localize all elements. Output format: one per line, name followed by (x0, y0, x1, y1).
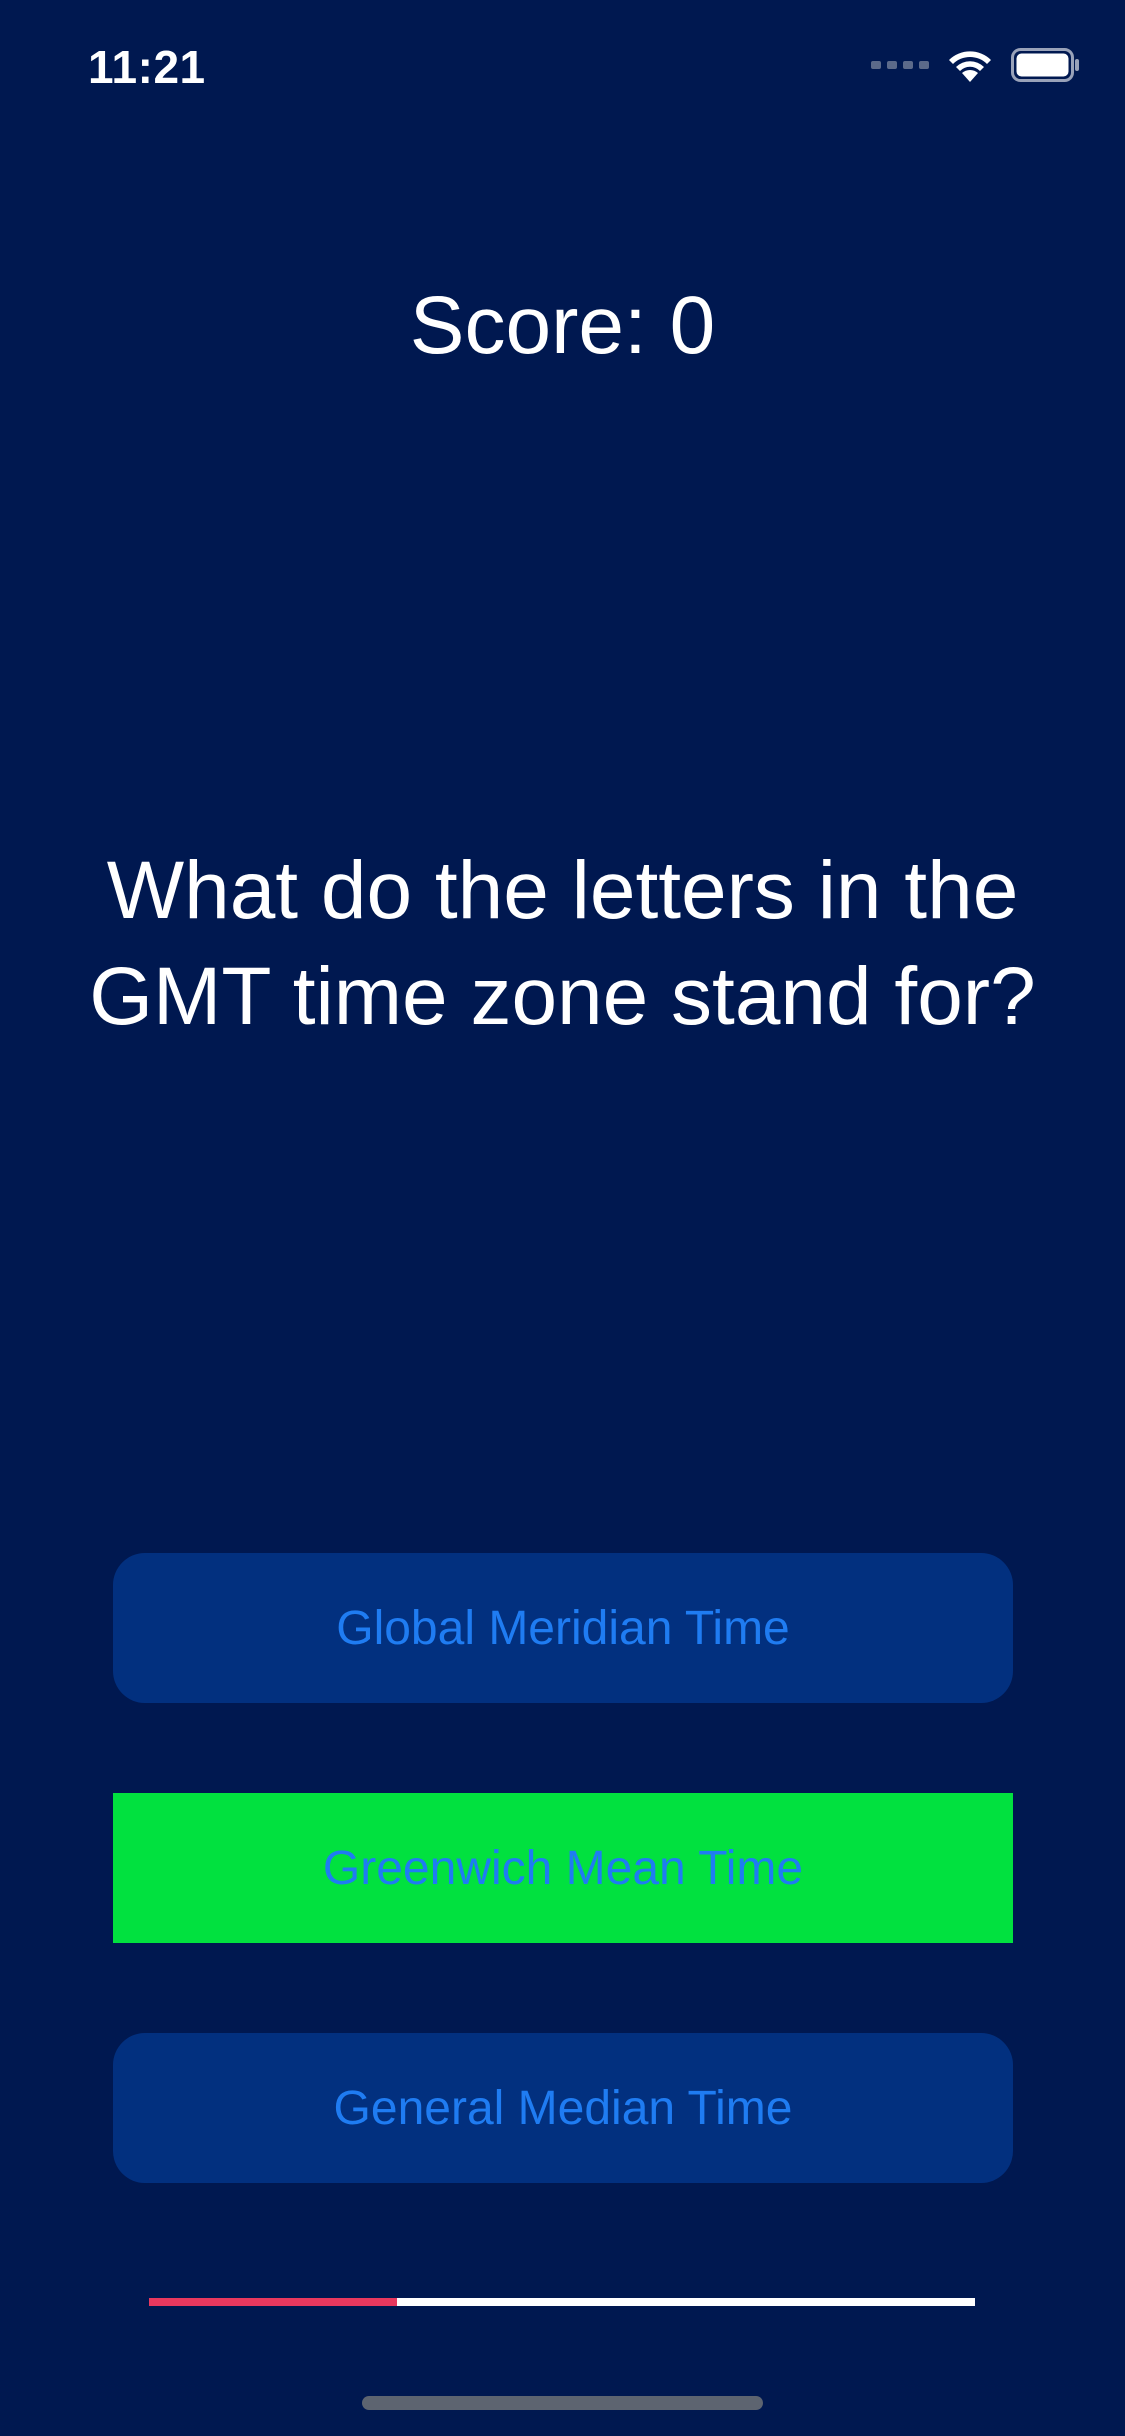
quiz-screen: 11:21 Score: 0 What do the letters in th… (0, 0, 1125, 2436)
home-indicator[interactable] (362, 2396, 763, 2410)
wifi-icon (949, 51, 991, 82)
score-label: Score: 0 (409, 280, 716, 371)
question-text: What do the letters in the GMT time zone… (89, 845, 1036, 1042)
cellular-signal-icon (871, 61, 929, 69)
battery-icon (1011, 48, 1079, 82)
progress-bar (149, 2298, 975, 2306)
answer-button-3[interactable]: General Median Time (113, 2033, 1013, 2183)
status-bar-icons (871, 48, 1081, 82)
status-bar-time: 11:21 (88, 41, 206, 93)
progress-bar-fill (149, 2298, 397, 2306)
answer-button-1[interactable]: Global Meridian Time (113, 1553, 1013, 1703)
answer-button-2[interactable]: Greenwich Mean Time (113, 1793, 1013, 1943)
